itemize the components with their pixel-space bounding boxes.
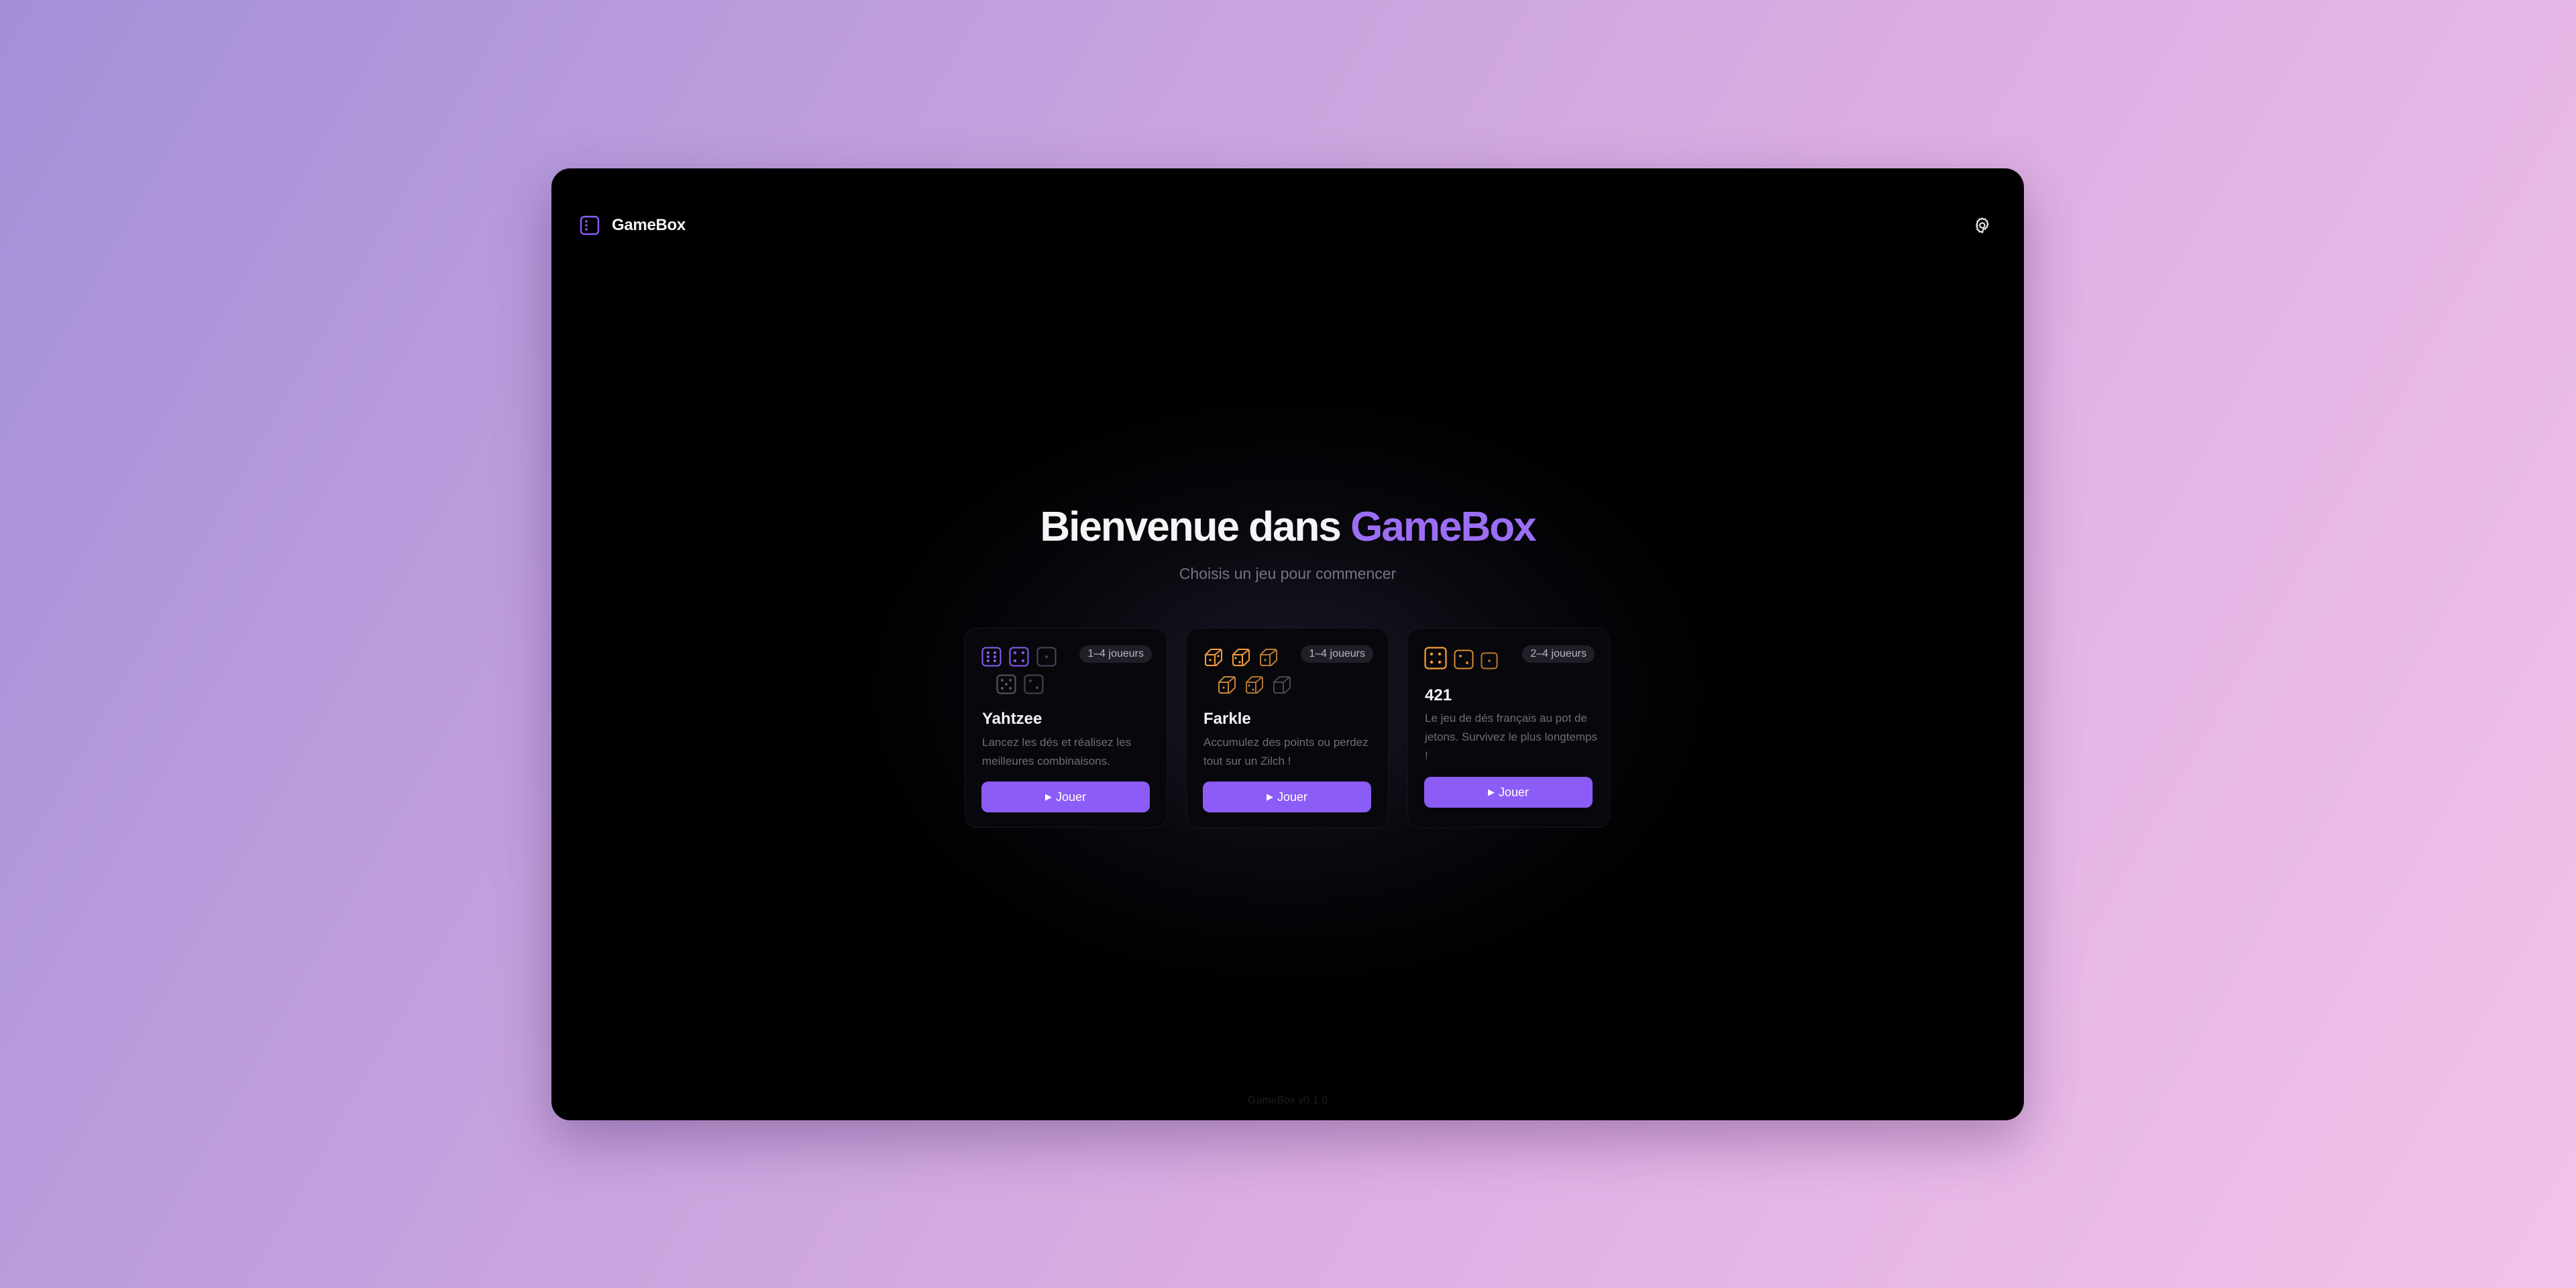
play-button-421[interactable]: ▶ Jouer	[1424, 777, 1593, 808]
dice-logo-icon	[580, 215, 600, 235]
play-label: Jouer	[1277, 790, 1308, 804]
game-card-yahtzee[interactable]: 1–4 joueurs Yahtzee Lancez les dés et ré…	[965, 628, 1167, 828]
play-button-farkle[interactable]: ▶ Jouer	[1203, 782, 1371, 812]
gear-icon	[1973, 216, 1992, 235]
brand[interactable]: GameBox	[580, 215, 686, 235]
players-badge: 2–4 joueurs	[1522, 645, 1595, 663]
game-card-421[interactable]: 2–4 joueurs 421 Le jeu de dés français a…	[1407, 628, 1610, 828]
game-title: Yahtzee	[982, 710, 1042, 728]
play-icon: ▶	[1487, 787, 1495, 797]
hero: Bienvenue dans GameBox Choisis un jeu po…	[551, 500, 2024, 584]
version-footer: GameBox v0.1.0	[1247, 1095, 1328, 1106]
play-icon: ▶	[1044, 792, 1052, 802]
top-bar: GameBox	[551, 168, 2024, 282]
page-subtitle: Choisis un jeu pour commencer	[1179, 565, 1397, 582]
title-accent: GameBox	[1350, 504, 1536, 550]
game-description: Lancez les dés et réalisez les meilleure…	[982, 736, 1132, 767]
settings-button[interactable]	[1972, 215, 1993, 236]
game-description: Accumulez des points ou perdez tout sur …	[1203, 736, 1368, 767]
game-title: Farkle	[1203, 710, 1251, 728]
page-title: Bienvenue dans GameBox	[551, 500, 2024, 554]
game-description: Le jeu de dés français au pot de jetons.…	[1425, 712, 1598, 762]
title-prefix: Bienvenue dans	[1040, 504, 1341, 550]
play-label: Jouer	[1055, 790, 1087, 804]
app-name: GameBox	[612, 216, 686, 234]
players-badge: 1–4 joueurs	[1301, 645, 1373, 663]
players-badge: 1–4 joueurs	[1079, 645, 1152, 663]
game-card-farkle[interactable]: 1–4 joueurs Farkle Accumulez des points …	[1186, 628, 1389, 828]
game-title: 421	[1425, 686, 1452, 704]
app-window: GameBox Bienvenue dans GameBox Choisis u…	[551, 168, 2024, 1120]
play-button-yahtzee[interactable]: ▶ Jouer	[981, 782, 1150, 812]
play-label: Jouer	[1498, 785, 1529, 799]
play-icon: ▶	[1266, 792, 1273, 802]
